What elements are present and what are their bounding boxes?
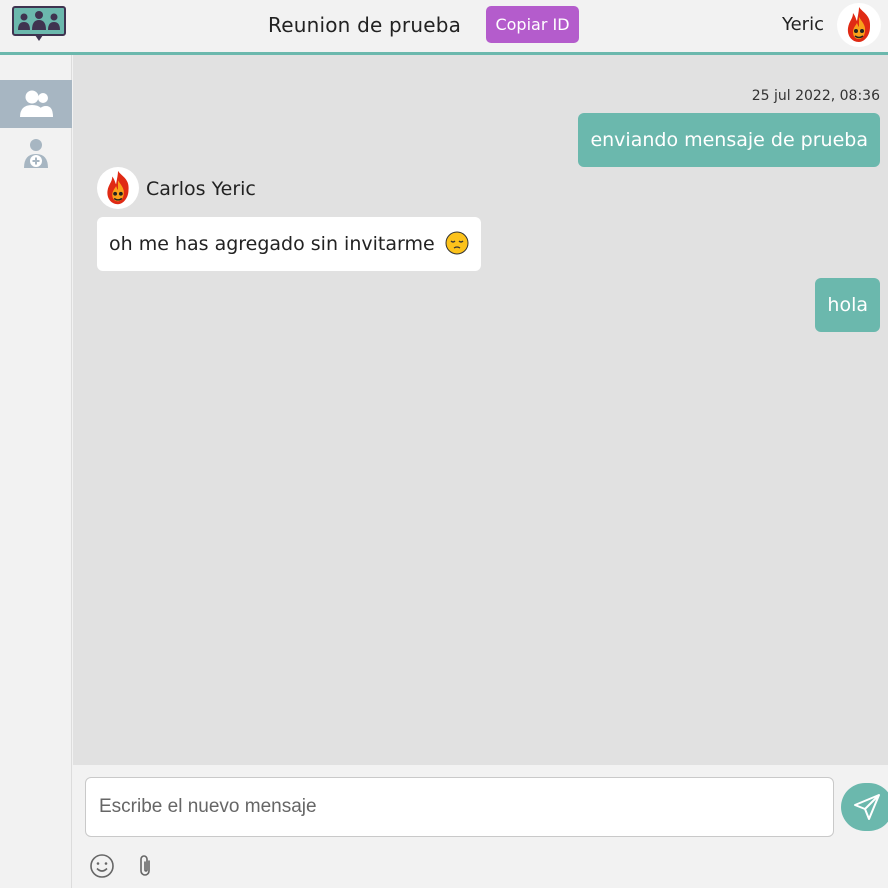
pensive-face-icon bbox=[445, 231, 469, 254]
send-button[interactable] bbox=[841, 783, 888, 831]
incoming-message-text: oh me has agregado sin invitarme bbox=[109, 233, 435, 255]
fire-avatar-icon bbox=[847, 7, 871, 42]
add-user-icon bbox=[24, 139, 48, 168]
copy-id-button[interactable]: Copiar ID bbox=[486, 6, 579, 43]
sidebar-item-add-participant[interactable] bbox=[0, 130, 72, 178]
current-user-name: Yeric bbox=[782, 14, 824, 35]
sender-name: Carlos Yeric bbox=[146, 178, 256, 200]
outgoing-message: enviando mensaje de prueba bbox=[578, 113, 880, 167]
incoming-message: oh me has agregado sin invitarme bbox=[97, 217, 481, 271]
sidebar-item-participants[interactable] bbox=[0, 80, 72, 128]
paper-plane-icon bbox=[854, 794, 880, 820]
attach-icon[interactable] bbox=[133, 853, 159, 879]
sidebar bbox=[0, 55, 72, 888]
message-timestamp: 25 jul 2022, 08:36 bbox=[751, 88, 880, 104]
chat-messages-area[interactable]: 25 jul 2022, 08:36 enviando mensaje de p… bbox=[73, 55, 888, 765]
meeting-group-icon[interactable] bbox=[12, 6, 66, 42]
emoji-icon[interactable] bbox=[89, 853, 115, 879]
participants-icon bbox=[20, 90, 53, 117]
top-bar: Reunion de prueba Copiar ID Yeric bbox=[0, 0, 888, 55]
room-title: Reunion de prueba bbox=[268, 13, 462, 37]
message-input[interactable] bbox=[85, 777, 834, 837]
sender-avatar bbox=[97, 167, 139, 209]
message-composer bbox=[73, 765, 888, 888]
outgoing-message: hola bbox=[815, 278, 880, 332]
fire-avatar-icon bbox=[107, 170, 129, 205]
user-avatar[interactable] bbox=[837, 3, 881, 47]
